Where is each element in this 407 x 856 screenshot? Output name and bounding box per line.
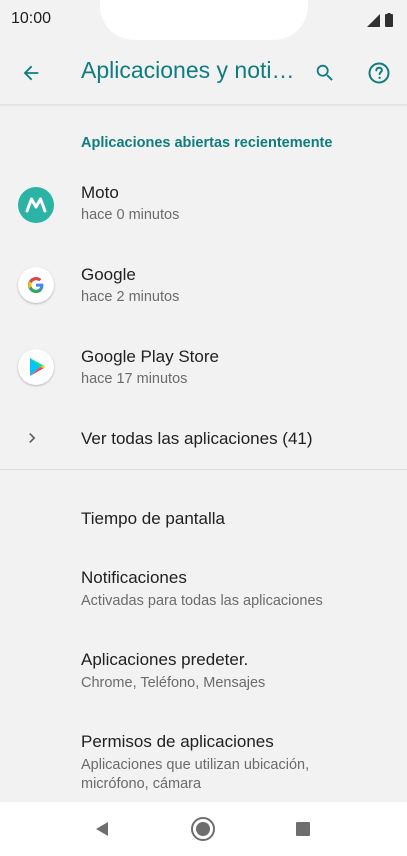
setting-title: Aplicaciones predeter. (81, 650, 249, 669)
home-circle-icon (191, 817, 215, 841)
setting-title: Tiempo de pantalla (81, 509, 225, 528)
play-store-icon (18, 349, 54, 385)
list-item-google[interactable]: Google hace 2 minutos (0, 252, 407, 334)
navigation-bar (0, 802, 407, 856)
list-item-play-store[interactable]: Google Play Store hace 17 minutos (0, 334, 407, 416)
nav-back-button[interactable] (87, 814, 117, 844)
status-time: 10:00 (11, 10, 52, 27)
page-title: Aplicaciones y noti… (81, 57, 295, 83)
battery-icon (385, 13, 393, 27)
recent-apps-header: Aplicaciones abiertas recientemente (81, 135, 333, 151)
setting-subtitle-line-1: Aplicaciones que utilizan ubicación, (81, 757, 310, 773)
setting-screen-time[interactable]: Tiempo de pantalla (0, 490, 407, 550)
nav-recents-button[interactable] (288, 814, 318, 844)
search-icon (316, 64, 333, 81)
nav-home-button[interactable] (188, 814, 218, 844)
setting-subtitle-line-2: micrófono, cámara (81, 776, 202, 792)
display-notch (100, 0, 308, 40)
signal-icon (367, 13, 380, 27)
chevron-right-icon (29, 433, 36, 443)
section-divider (0, 469, 407, 470)
app-last-used: hace 17 minutos (81, 371, 188, 387)
arrow-back-icon (23, 65, 39, 81)
triangle-back-icon (96, 822, 108, 836)
google-icon (18, 267, 54, 303)
app-name: Moto (81, 183, 119, 202)
search-button[interactable] (308, 56, 342, 90)
setting-title: Permisos de aplicaciones (81, 732, 274, 751)
help-button[interactable] (362, 56, 396, 90)
setting-subtitle: Activadas para todas las aplicaciones (81, 593, 323, 609)
app-bar: Aplicaciones y noti… (0, 40, 407, 105)
setting-app-permissions[interactable]: Permisos de aplicaciones Aplicaciones qu… (0, 718, 407, 802)
back-button[interactable] (14, 56, 48, 90)
square-recents-icon (296, 822, 310, 836)
app-name: Google Play Store (81, 347, 219, 366)
see-all-apps-label: Ver todas las aplicaciones (41) (81, 429, 313, 448)
see-all-apps-button[interactable]: Ver todas las aplicaciones (41) (0, 416, 407, 468)
app-last-used: hace 2 minutos (81, 289, 180, 305)
status-bar: 10:00 (0, 0, 407, 40)
setting-title: Notificaciones (81, 568, 187, 587)
moto-icon (18, 187, 54, 223)
setting-subtitle: Chrome, Teléfono, Mensajes (81, 675, 266, 691)
setting-default-apps[interactable]: Aplicaciones predeter. Chrome, Teléfono,… (0, 636, 407, 714)
app-last-used: hace 0 minutos (81, 207, 180, 223)
help-icon (368, 62, 390, 84)
status-icons (367, 13, 393, 27)
list-item-moto[interactable]: Moto hace 0 minutos (0, 170, 407, 252)
setting-notifications[interactable]: Notificaciones Activadas para todas las … (0, 554, 407, 632)
app-name: Google (81, 265, 136, 284)
